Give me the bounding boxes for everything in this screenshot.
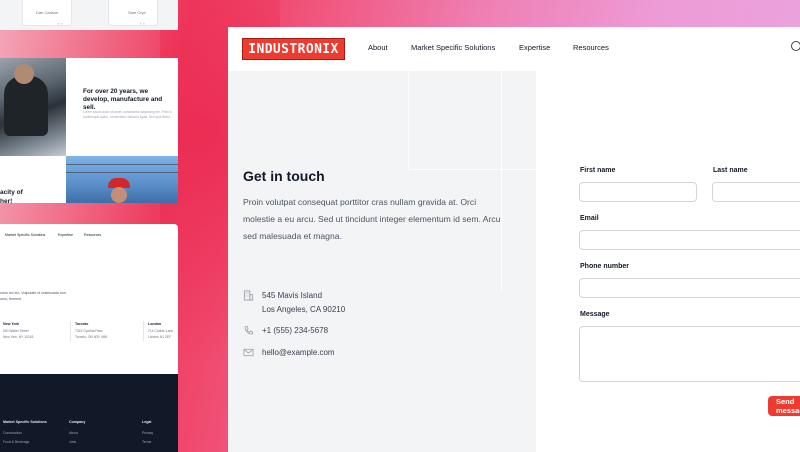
office-city: New York: [3, 322, 20, 326]
nav-link-expertise[interactable]: Expertise: [519, 43, 550, 52]
about-text: Lorem ipsum dolor sit amet, consectetur …: [83, 110, 172, 119]
brand-logo[interactable]: INDUSTRONIX: [242, 38, 345, 60]
last-name-input[interactable]: [712, 182, 800, 202]
social-icons: ▪▪: [140, 21, 147, 26]
lineman-photo: [66, 156, 178, 203]
footer-link: Construction: [3, 431, 23, 435]
footer-heading: Legal: [142, 420, 152, 424]
email-link[interactable]: hello@example.com: [262, 348, 335, 357]
last-name-label: Last name: [713, 167, 748, 174]
first-name-label: First name: [580, 167, 616, 174]
office-address: New York, NY 10243: [3, 335, 34, 339]
office-address: 714 Cobble Lane: [148, 329, 174, 333]
background-screenshots: Dan Carlson Sam Crye ▪▪ ▪▪ For over 20 y…: [0, 0, 178, 452]
contact-form: First name Last name Email Phone number …: [536, 71, 800, 452]
worker-photo: [0, 58, 66, 156]
office-address: London N1 2EF: [148, 335, 172, 339]
city-heading: acity of her!: [0, 189, 23, 205]
address-line-2: Los Angeles, CA 90210: [262, 305, 346, 314]
email-row: hello@example.com: [243, 346, 335, 360]
address-row: 545 Mavis Island Los Angeles, CA 90210: [243, 289, 345, 317]
team-name: Dan Carlson: [36, 10, 59, 15]
contact-intro: Proin volutpat consequat porttitor cras …: [243, 197, 501, 241]
send-message-button[interactable]: Send message: [768, 396, 800, 416]
footer-heading: Company: [69, 420, 86, 424]
about-heading: For over 20 years, we develop, manufactu…: [83, 88, 163, 111]
building-icon: [243, 290, 254, 301]
contact-page-window: INDUSTRONIX About Market Specific Soluti…: [228, 27, 800, 452]
search-icon[interactable]: [791, 41, 800, 51]
phone-label: Phone number: [580, 263, 630, 270]
preview-nav-item: Expertise: [58, 233, 73, 237]
about-section: For over 20 years, we develop, manufactu…: [0, 58, 178, 205]
address-line-1: 545 Mavis Island: [262, 291, 323, 300]
nav-link-about[interactable]: About: [368, 43, 388, 52]
office-city: London: [148, 322, 162, 326]
footer-link: Terms: [142, 440, 152, 444]
top-navigation: INDUSTRONIX About Market Specific Soluti…: [228, 27, 800, 71]
preview-footer: Market Specific Solutions Construction F…: [0, 374, 178, 452]
footer-link: About: [69, 431, 78, 435]
contact-info-panel: Get in touch Proin volutpat consequat po…: [228, 71, 536, 452]
page-title: Get in touch: [243, 168, 325, 184]
phone-link[interactable]: +1 (555) 234-5678: [262, 326, 328, 335]
footer-link: Jobs: [69, 440, 77, 444]
message-textarea[interactable]: [579, 326, 800, 382]
office-city: Toronto: [75, 322, 89, 326]
footer-heading: Market Specific Solutions: [3, 420, 47, 424]
team-name: Sam Crye: [128, 10, 146, 15]
office-address: Toronto, ON N3Y 4H8: [75, 335, 108, 339]
footer-link: Privacy: [142, 431, 154, 435]
preview-text: urus, ferment.: [0, 297, 23, 301]
email-input[interactable]: [579, 230, 800, 250]
email-label: Email: [580, 215, 599, 222]
team-strip: Dan Carlson Sam Crye ▪▪ ▪▪: [0, 0, 178, 30]
preview-text: ctum dui leo, Vulputate id malesuada non…: [0, 291, 67, 295]
social-icons: ▪▪: [58, 21, 65, 26]
nav-link-resources[interactable]: Resources: [573, 43, 609, 52]
preview-nav-item: Resources: [84, 233, 102, 237]
preview-nav-item: Market Specific Solutions: [5, 233, 46, 237]
phone-input[interactable]: [579, 278, 800, 298]
mail-icon: [243, 348, 254, 357]
footer-link: Food & Beverage: [3, 440, 30, 444]
contact-preview: Market Specific Solutions Expertise Reso…: [0, 224, 178, 374]
first-name-input[interactable]: [579, 182, 697, 202]
office-address: 7323 Cynthia Pass: [75, 329, 103, 333]
phone-icon: [244, 325, 254, 335]
office-address: 500 Walter Street: [3, 329, 29, 333]
phone-row: +1 (555) 234-5678: [243, 324, 328, 338]
nav-link-market-solutions[interactable]: Market Specific Solutions: [411, 43, 495, 52]
message-label: Message: [580, 311, 610, 318]
